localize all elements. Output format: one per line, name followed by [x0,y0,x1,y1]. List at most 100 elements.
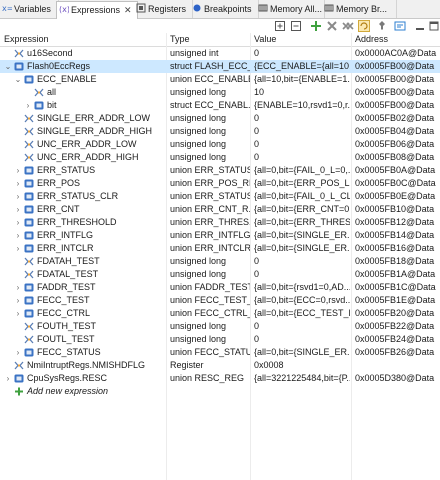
expand-chevron-icon[interactable]: › [24,99,32,112]
tree-row[interactable]: SINGLE_ERR_ADDR_LOW unsigned long 0 0x0005F… [0,112,440,125]
value-cell[interactable]: 0 [254,320,350,333]
tree-row[interactable]: › bit struct ECC_ENABL... {ENABLE=10,rsvd1=… [0,99,440,112]
value-cell[interactable]: {all=0,bit={SINGLE_ER... [254,242,350,255]
tree-row[interactable]: u16Second unsigned int 0 0x0000AC0A@Data [0,47,440,60]
value-cell[interactable]: 0 [254,151,350,164]
value-cell[interactable]: 10 [254,86,350,99]
expand-chevron-icon[interactable]: › [14,229,22,242]
tree-row[interactable]: UNC_ERR_ADDR_HIGH unsigned long 0 0x0005FB0… [0,151,440,164]
expand-chevron-icon[interactable]: › [14,294,22,307]
tree-row[interactable]: › CpuSysRegs.RESC union RESC_REG {all=32212… [0,372,440,385]
tab-registers[interactable]: Registers [134,0,193,18]
remove-expression-icon[interactable] [326,20,338,32]
expand-all-icon[interactable] [274,20,286,32]
tree-row[interactable]: › FECC_STATUS union FECC_STATU... {all=0,bi… [0,346,440,359]
tree-row[interactable]: › ERR_POS union ERR_POS_REG {all=0,bit={ERR… [0,177,440,190]
tree-row[interactable]: all unsigned long 10 0x0005FB00@Data [0,86,440,99]
value-cell[interactable]: {all=0,bit={ERR_THRES... [254,216,350,229]
expand-chevron-icon[interactable]: › [14,281,22,294]
value-cell[interactable]: 0 [254,138,350,151]
tree-row[interactable]: › FADDR_TEST union FADDR_TEST... {all=0,bit… [0,281,440,294]
value-cell[interactable]: {all=0,bit={ERR_POS_L... [254,177,350,190]
expand-chevron-icon[interactable]: › [14,242,22,255]
value-cell[interactable]: {all=3221225484,bit={P... [254,372,350,385]
tab-memory-all[interactable]: Memory All... [256,0,325,18]
tree-row[interactable]: ⌄ Flash0EccRegs struct FLASH_ECC_... {ECC_E… [0,60,440,73]
collapse-chevron-icon[interactable]: ⌄ [4,60,12,73]
tree-row[interactable]: ⌄ ECC_ENABLE union ECC_ENABLE... {all=10,bi… [0,73,440,86]
value-cell[interactable]: {all=0,bit={ECC_TEST_E... [254,307,350,320]
value-cell[interactable]: {all=0,bit={SINGLE_ER... [254,346,350,359]
value-cell[interactable]: 0 [254,125,350,138]
tree-row[interactable]: › FECC_TEST union FECC_TEST_... {all=0,bit=… [0,294,440,307]
column-header-expression[interactable]: Expression [0,33,167,46]
type-cell: union ERR_POS_REG [170,178,250,188]
expand-chevron-icon[interactable]: › [14,307,22,320]
tree-row[interactable]: FOUTH_TEST unsigned long 0 0x0005FB22@Data [0,320,440,333]
address-cell: 0x0005FB14@Data [355,230,435,240]
tree-row[interactable]: › ERR_CNT union ERR_CNT_R... {all=0,bit={ER… [0,203,440,216]
tree-row[interactable]: FDATAL_TEST unsigned long 0 0x0005FB1A@Data [0,268,440,281]
value-cell[interactable]: {ENABLE=10,rsvd1=0,r... [254,99,350,112]
expression-name: ERR_STATUS [37,165,96,175]
value-cell[interactable]: {all=0,bit={ECC=0,rsvd... [254,294,350,307]
value-cell[interactable]: {all=0,bit={FAIL_0_L=0,... [254,164,350,177]
expand-chevron-icon[interactable]: › [4,372,12,385]
minimize-icon[interactable] [414,20,426,32]
maximize-icon[interactable] [428,20,440,32]
value-cell[interactable]: {ECC_ENABLE={all=10,... [254,60,350,73]
variables-icon: x= [2,1,13,13]
expand-chevron-icon[interactable]: › [14,177,22,190]
tree-row[interactable]: UNC_ERR_ADDR_LOW unsigned long 0 0x0005FB06… [0,138,440,151]
value-cell[interactable]: 0x0008 [254,359,350,372]
expand-chevron-icon[interactable]: › [14,190,22,203]
tree-row[interactable]: FDATAH_TEST unsigned long 0 0x0005FB18@Data [0,255,440,268]
column-header-address[interactable]: Address [351,33,440,46]
collapse-all-icon[interactable] [290,20,302,32]
tree-row[interactable]: › ERR_INTCLR union ERR_INTCLR... {all=0,bit… [0,242,440,255]
pin-icon[interactable] [376,20,388,32]
tree-row[interactable]: FOUTL_TEST unsigned long 0 0x0005FB24@Data [0,333,440,346]
tree-row[interactable]: › FECC_CTRL union FECC_CTRL_... {all=0,bit=… [0,307,440,320]
value-cell[interactable]: 0 [254,47,350,60]
column-header-value[interactable]: Value [250,33,352,46]
tab-label: Registers [148,4,187,14]
expression-name[interactable]: Add new expression [27,385,108,398]
remove-all-icon[interactable] [342,20,354,32]
refresh-icon[interactable] [358,20,370,32]
tree-row[interactable]: › ERR_STATUS union ERR_STATUS... {all=0,bit… [0,164,440,177]
format-icon[interactable] [394,20,406,32]
value-cell[interactable]: 0 [254,268,350,281]
tab-memory-br[interactable]: Memory Br... [322,0,397,18]
tree-row[interactable]: › ERR_INTFLG union ERR_INTFLG... {all=0,bit… [0,229,440,242]
expression-name: FECC_STATUS [37,347,101,357]
add-new-expression-row[interactable]: Add new expression [0,385,440,398]
expression-name: bit [47,100,57,110]
value-cell[interactable]: 0 [254,255,350,268]
value-cell[interactable]: {all=0,bit={SINGLE_ER... [254,229,350,242]
address-cell: 0x0005FB26@Data [355,347,435,357]
value-cell[interactable]: 0 [254,333,350,346]
close-tab-icon[interactable]: ✕ [124,5,132,15]
tab-variables[interactable]: x=Variables [0,0,59,18]
tree-row[interactable]: › ERR_STATUS_CLR union ERR_STATUS... {all=0… [0,190,440,203]
value-cell[interactable]: 0 [254,112,350,125]
value-cell[interactable] [254,385,350,398]
value-cell[interactable]: {all=10,bit={ENABLE=1... [254,73,350,86]
tree-row[interactable]: › ERR_THRESHOLD union ERR_THRES... {all=0,b… [0,216,440,229]
add-expression-icon[interactable] [310,20,322,32]
tree-row[interactable]: NmiIntruptRegs.NMISHDFLG Register 0x0008 [0,359,440,372]
expand-chevron-icon[interactable]: › [14,164,22,177]
tab-expressions[interactable]: (x) Expressions ✕ [56,1,138,20]
value-cell[interactable]: {all=0,bit={ERR_CNT=0... [254,203,350,216]
expand-chevron-icon[interactable]: › [14,203,22,216]
value-cell[interactable]: {all=0,bit={FAIL_0_L_CL... [254,190,350,203]
value-cell[interactable]: {all=0,bit={rsvd1=0,AD... [254,281,350,294]
expand-chevron-icon[interactable]: › [14,216,22,229]
tab-breakpoints[interactable]: Breakpoints [190,0,259,18]
expand-chevron-icon[interactable]: › [14,346,22,359]
struct-variable-icon [24,179,34,188]
collapse-chevron-icon[interactable]: ⌄ [14,73,22,86]
tree-row[interactable]: SINGLE_ERR_ADDR_HIGH unsigned long 0 0x0005… [0,125,440,138]
column-header-type[interactable]: Type [166,33,251,46]
